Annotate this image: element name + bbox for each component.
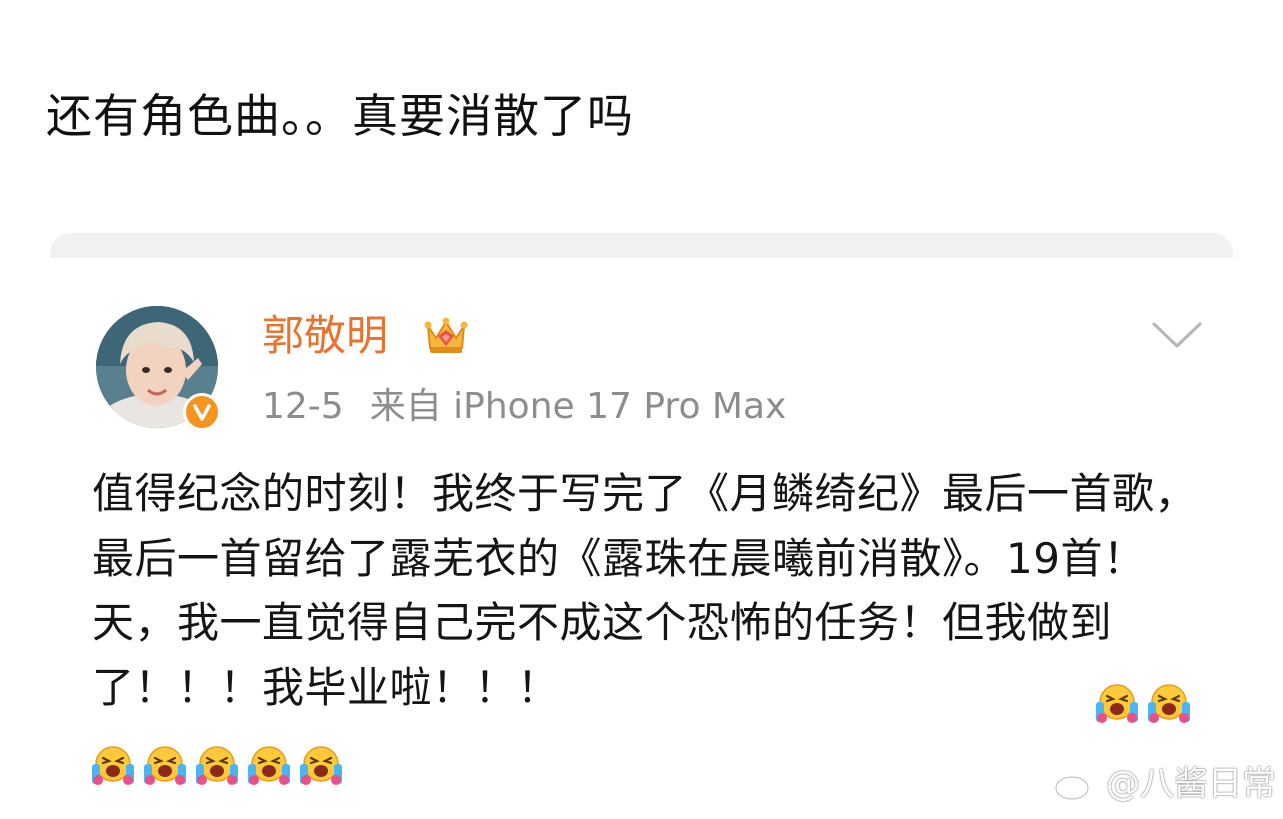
laugh-cry-emoji-icon — [1096, 684, 1138, 723]
post-date: 12-5 — [262, 386, 344, 427]
laugh-cry-emoji-icon — [300, 746, 342, 785]
laugh-cry-emoji-icon — [92, 746, 134, 785]
username[interactable]: 郭敬明 — [262, 308, 388, 364]
emoji-group-row — [90, 742, 344, 788]
post-body: 值得纪念的时刻！我终于写完了《月鳞绮纪》最后一首歌，最后一首留给了露芜衣的《露珠… — [92, 469, 1198, 712]
post-source: 来自 iPhone 17 Pro Max — [369, 386, 787, 427]
post-meta: 12-5 来自 iPhone 17 Pro Max — [262, 384, 786, 430]
watermark-text: @八酱日常 — [1106, 764, 1276, 804]
weibo-logo-icon — [1054, 768, 1096, 801]
watermark: @八酱日常 — [1054, 764, 1276, 804]
laugh-cry-emoji-icon — [144, 746, 186, 785]
laugh-cry-emoji-icon — [248, 746, 290, 785]
screenshot-page: 还有角色曲。。真要消散了吗 郭敬明 12-5 来自 iPhone 17 Pro … — [0, 0, 1283, 819]
emoji-group-inline — [1094, 680, 1192, 726]
post-caption: 还有角色曲。。真要消散了吗 — [46, 89, 634, 143]
crown-badge-icon — [424, 317, 468, 353]
chevron-down-icon[interactable] — [1150, 318, 1204, 352]
verified-v-icon — [183, 393, 221, 431]
laugh-cry-emoji-icon — [1148, 684, 1190, 723]
laugh-cry-emoji-icon — [196, 746, 238, 785]
